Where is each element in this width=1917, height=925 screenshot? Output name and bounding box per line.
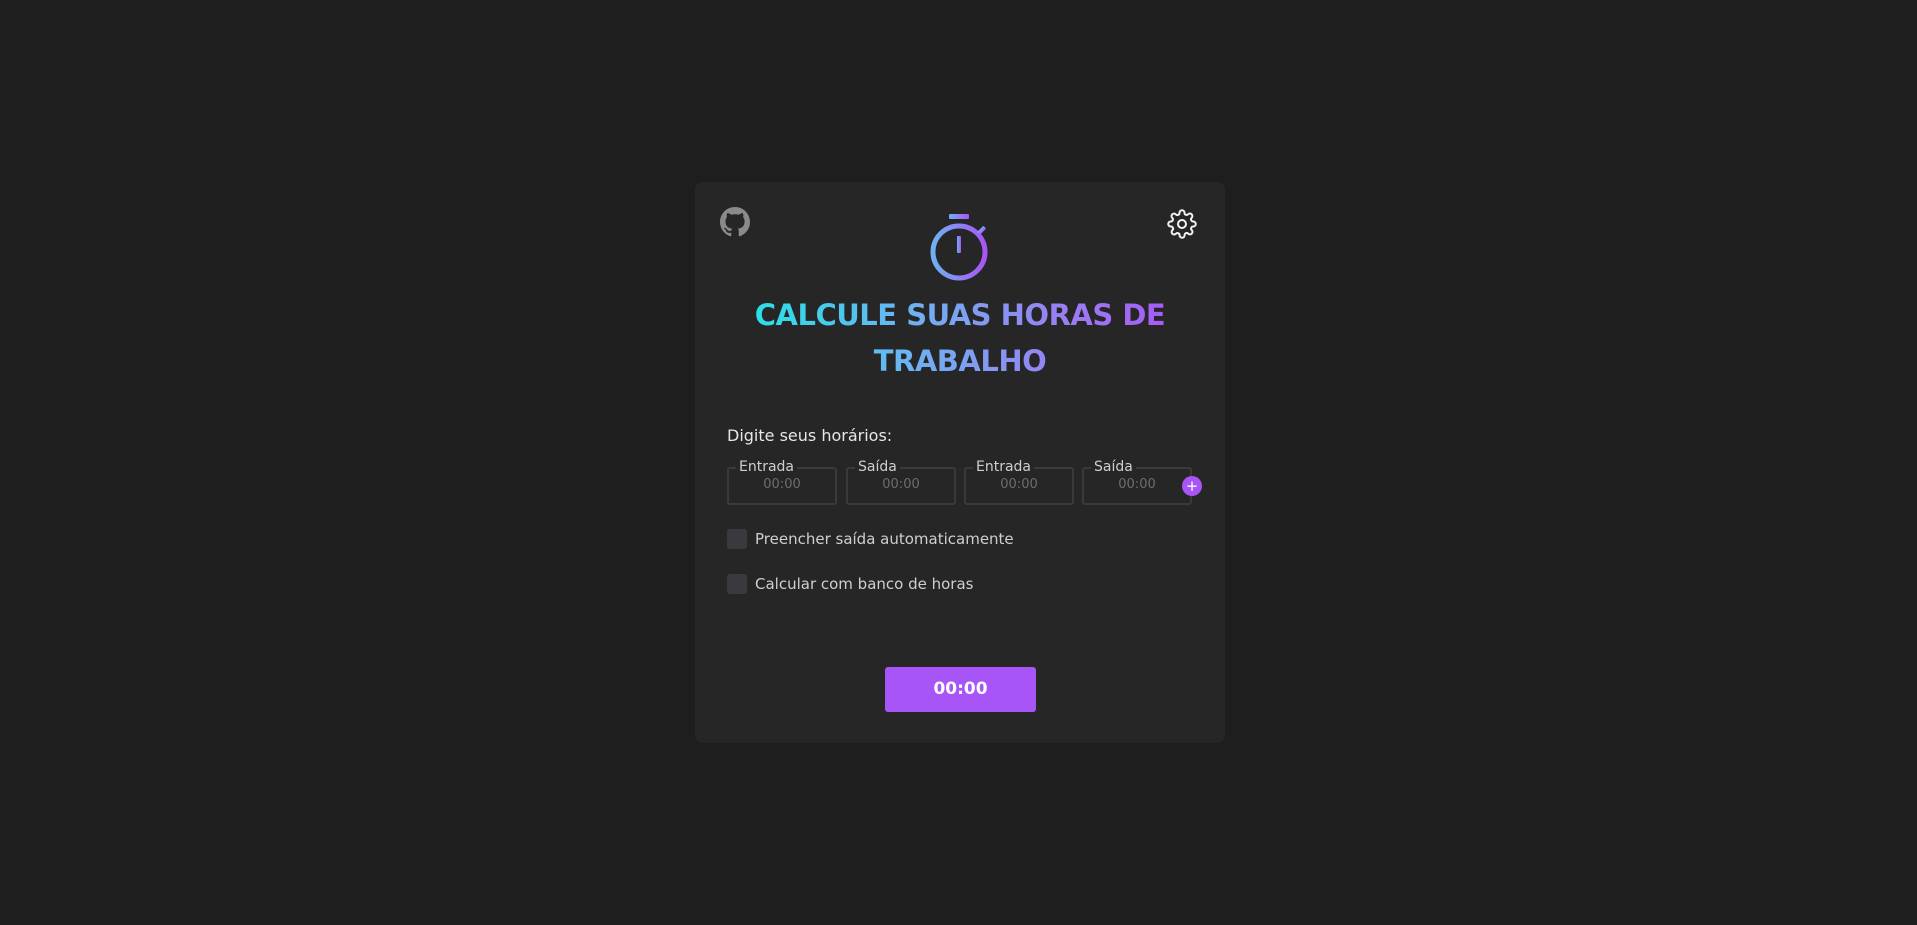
exit-field-2-label: Saída xyxy=(1091,458,1136,476)
exit-field-2[interactable]: Saída 00:00 xyxy=(1082,458,1192,505)
auto-fill-label: Preencher saída automaticamente xyxy=(755,530,1014,548)
entry-field-2-placeholder: 00:00 xyxy=(1000,477,1038,492)
calculator-card: CALCULE SUAS HORAS DE TRABALHO Digite se… xyxy=(695,182,1225,743)
entry-field-1-placeholder: 00:00 xyxy=(763,477,801,492)
result-button[interactable]: 00:00 xyxy=(885,667,1036,712)
page-title: CALCULE SUAS HORAS DE TRABALHO xyxy=(735,292,1185,384)
entry-field-2-label: Entrada xyxy=(973,458,1035,476)
auto-fill-option[interactable]: Preencher saída automaticamente xyxy=(727,528,1014,550)
stopwatch-icon xyxy=(930,214,988,281)
exit-field-1-label: Saída xyxy=(855,458,900,476)
entry-field-1[interactable]: Entrada 00:00 xyxy=(727,458,837,505)
time-prompt: Digite seus horários: xyxy=(727,426,893,445)
entry-field-2[interactable]: Entrada 00:00 xyxy=(964,458,1074,505)
gear-icon[interactable] xyxy=(1167,209,1197,239)
hour-bank-option[interactable]: Calcular com banco de horas xyxy=(727,573,973,595)
add-time-button[interactable]: + xyxy=(1182,476,1202,496)
github-icon[interactable] xyxy=(720,207,750,237)
entry-field-1-label: Entrada xyxy=(736,458,798,476)
exit-field-1[interactable]: Saída 00:00 xyxy=(846,458,956,505)
hour-bank-label: Calcular com banco de horas xyxy=(755,575,974,593)
exit-field-1-placeholder: 00:00 xyxy=(882,477,920,492)
exit-field-2-placeholder: 00:00 xyxy=(1118,477,1156,492)
auto-fill-checkbox[interactable] xyxy=(727,529,747,549)
hour-bank-checkbox[interactable] xyxy=(727,574,747,594)
time-fields: Entrada 00:00 Saída 00:00 Entrada 00:00 … xyxy=(727,456,1207,506)
